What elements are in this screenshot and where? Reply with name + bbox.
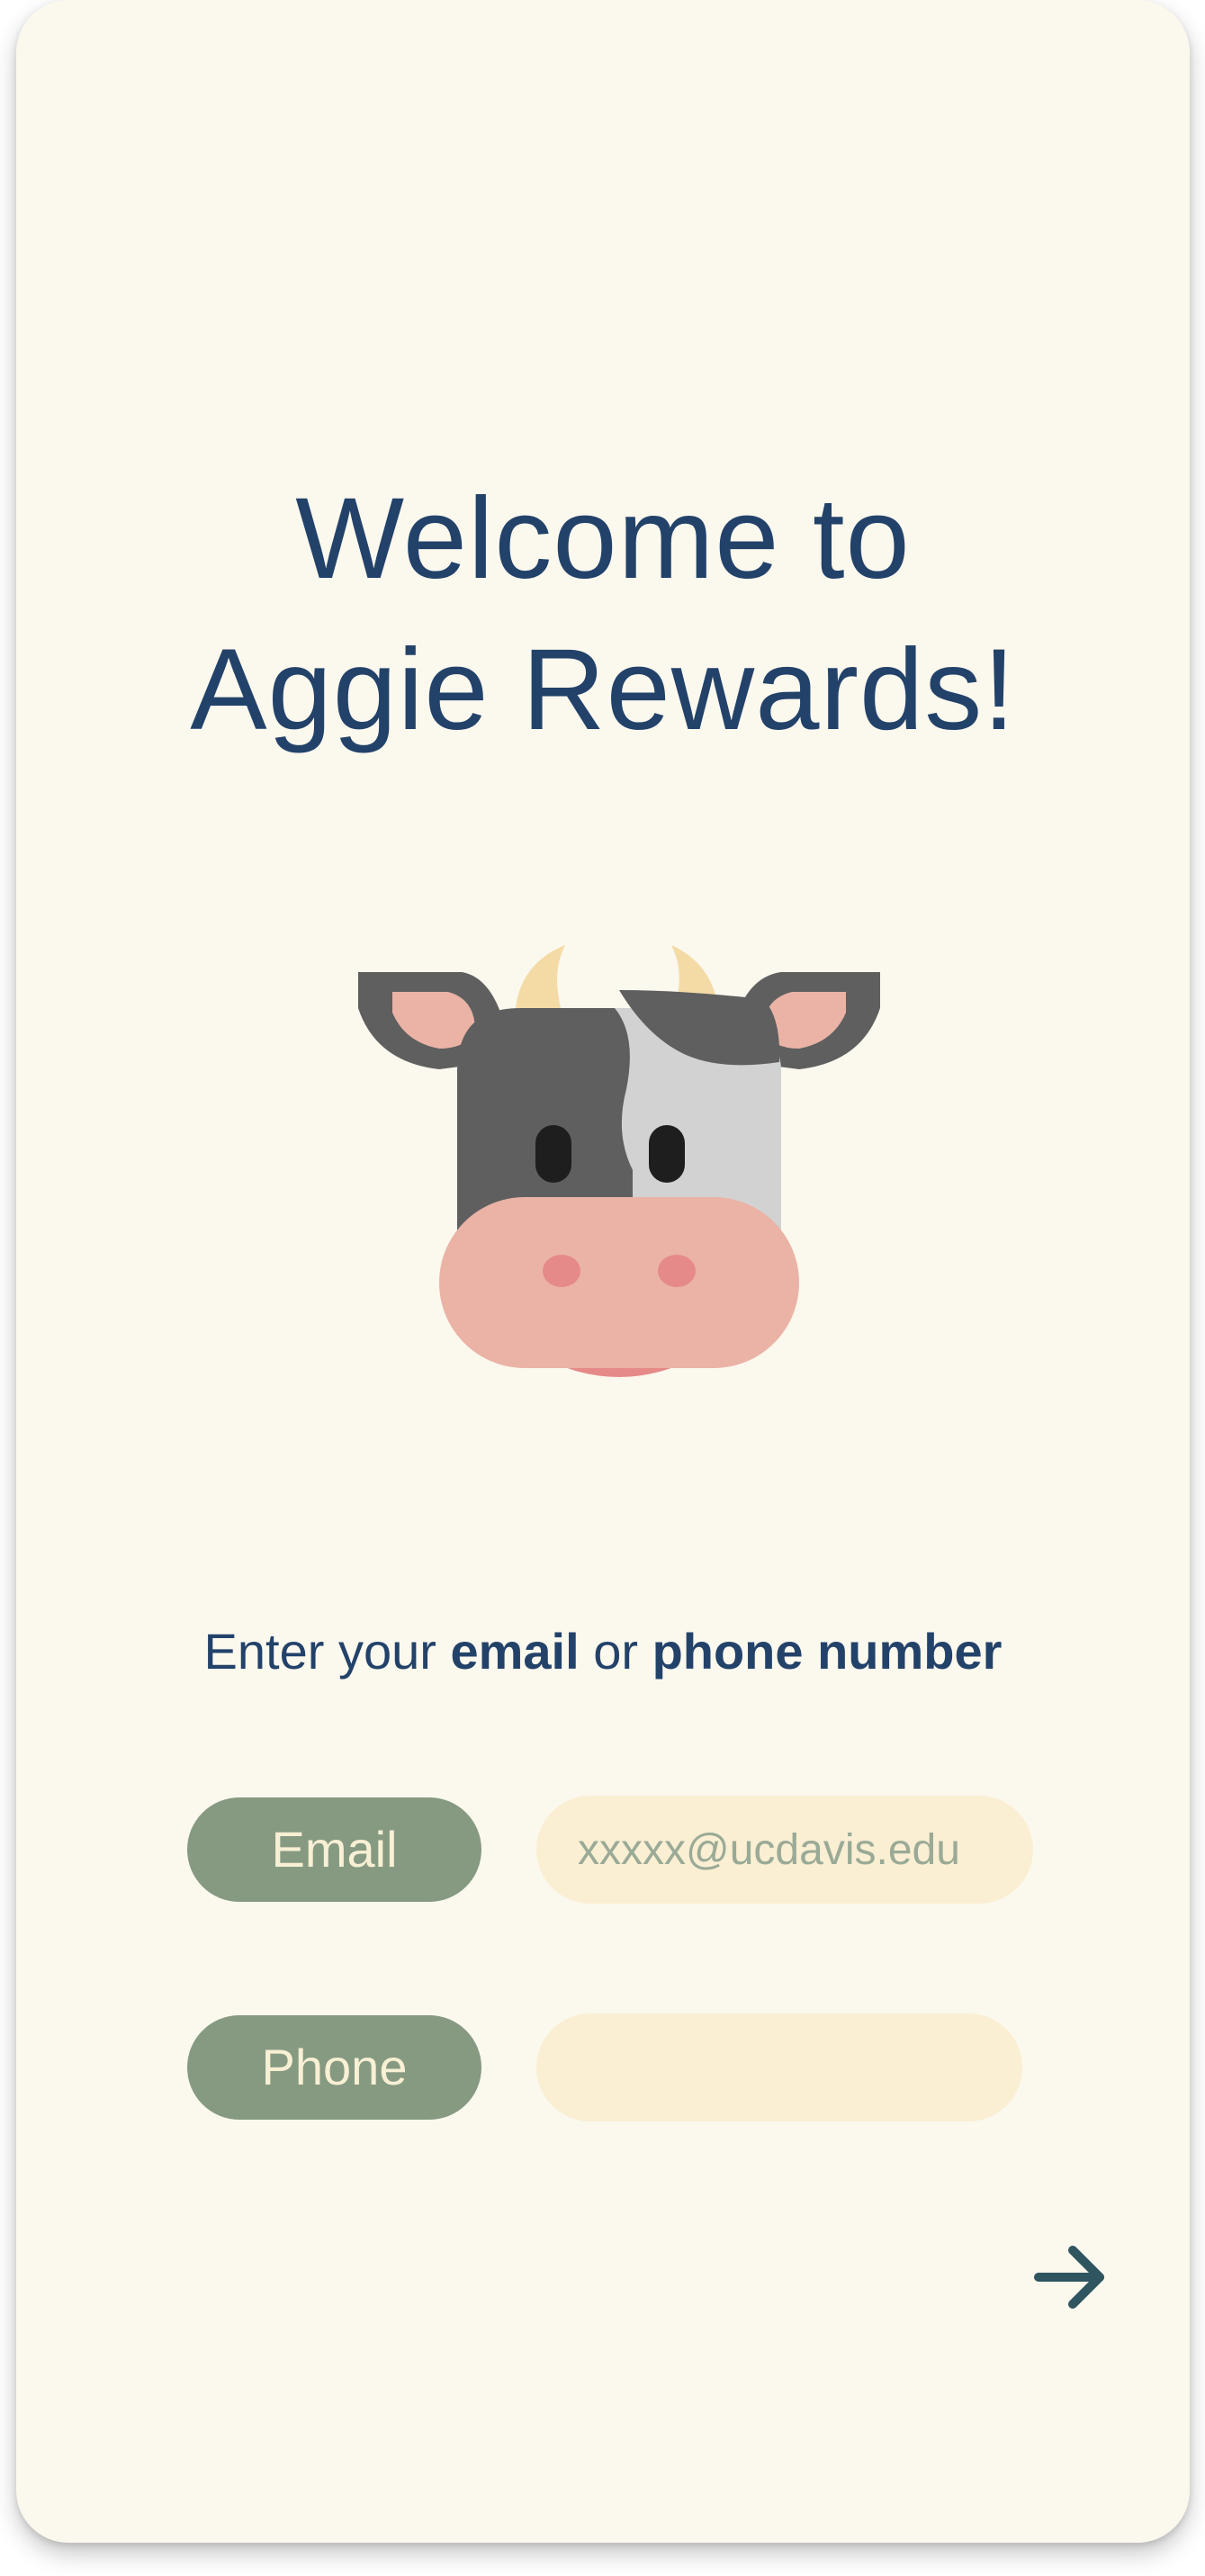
left-eye [535,1125,571,1183]
phone-field[interactable] [536,2013,1022,2121]
muzzle [439,1197,799,1368]
email-label: Email [187,1797,481,1902]
prompt-email-word: email [450,1623,580,1680]
right-eye [649,1125,685,1183]
email-field[interactable] [536,1796,1033,1904]
prompt-text-middle: or [579,1623,652,1680]
left-horn [516,945,565,1008]
phone-screen: Welcome to Aggie Rewards! Enter your ema… [16,0,1190,2543]
cow-face-icon [358,945,880,1377]
phone-row: Phone [187,2013,1051,2121]
phone-label: Phone [187,2015,481,2120]
title-line-2: Aggie Rewards! [190,626,1016,754]
right-nostril [658,1255,696,1287]
prompt-phone-word: phone number [652,1623,1003,1680]
email-row: Email [187,1796,1051,1904]
prompt-text-before: Enter your [203,1623,451,1680]
title-line-1: Welcome to [295,474,911,603]
page-title: Welcome to Aggie Rewards! [16,464,1190,766]
arrow-right-icon [1034,2246,1104,2309]
next-arrow-button[interactable] [1031,2241,1111,2313]
input-instructions: Enter your email or phone number [16,1620,1190,1683]
left-nostril [543,1255,580,1287]
